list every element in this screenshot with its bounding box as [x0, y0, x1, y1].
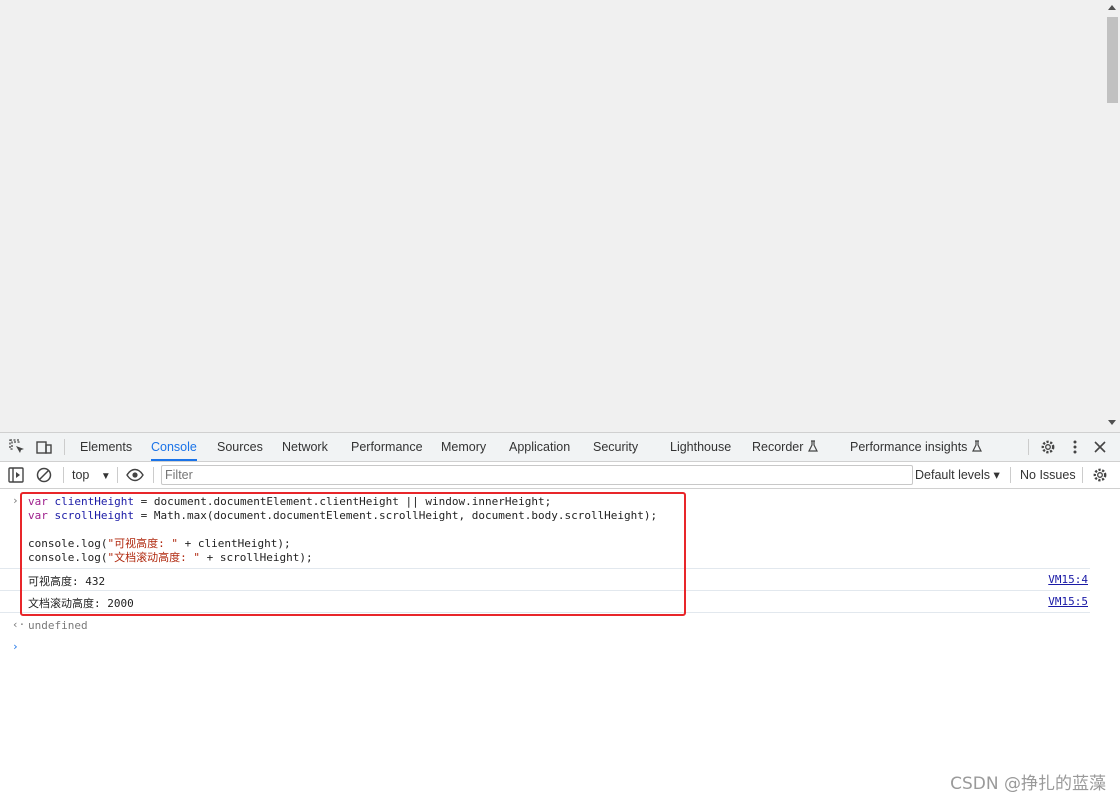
more-options-icon[interactable]	[1066, 438, 1084, 456]
tab-lighthouse[interactable]: Lighthouse	[670, 433, 731, 461]
tab-performance[interactable]: Performance	[351, 433, 423, 461]
tab-network[interactable]: Network	[282, 433, 328, 461]
scroll-thumb[interactable]	[1107, 17, 1118, 103]
tab-performance-insights-label: Performance insights	[850, 440, 968, 454]
scroll-up-arrow-icon[interactable]	[1108, 5, 1116, 10]
page-scrollbar[interactable]	[1105, 0, 1120, 432]
tab-security[interactable]: Security	[593, 433, 638, 461]
console-settings-gear-icon[interactable]	[1091, 466, 1109, 484]
toolbar-divider	[117, 467, 118, 483]
chevron-down-icon: ▼	[100, 471, 111, 482]
log-levels-dropdown[interactable]: Default levels ▾	[915, 462, 1000, 488]
devtools-panel: Elements Console Sources Network Perform…	[0, 432, 1120, 801]
settings-gear-icon[interactable]	[1039, 438, 1057, 456]
scroll-down-arrow-icon[interactable]	[1108, 420, 1116, 425]
device-toolbar-icon[interactable]	[35, 438, 53, 456]
toolbar-divider	[1010, 467, 1011, 483]
input-chevron-icon: ›	[12, 494, 19, 507]
console-toolbar: top ▼ Default levels ▾ No Issues	[0, 462, 1120, 489]
tab-recorder-label: Recorder	[752, 440, 804, 454]
tab-application[interactable]: Application	[509, 433, 570, 461]
tabbar-divider	[64, 439, 65, 455]
filter-input[interactable]	[161, 465, 913, 485]
return-arrow-icon: ‹·	[12, 618, 26, 631]
devtools-tabbar: Elements Console Sources Network Perform…	[0, 433, 1120, 462]
issues-counter[interactable]: No Issues	[1020, 462, 1076, 488]
log-source-link[interactable]: VM15:4	[1048, 573, 1088, 586]
context-selector-value: top	[72, 468, 90, 482]
toolbar-divider	[1082, 467, 1083, 483]
tab-performance-insights[interactable]: Performance insights	[850, 433, 983, 461]
toolbar-divider	[153, 467, 154, 483]
context-selector[interactable]: top ▼	[72, 462, 111, 488]
tab-console[interactable]: Console	[151, 433, 197, 461]
tab-memory[interactable]: Memory	[441, 433, 486, 461]
clear-console-icon[interactable]	[35, 466, 53, 484]
toolbar-divider	[63, 467, 64, 483]
flask-icon	[971, 440, 982, 452]
log-source-link[interactable]: VM15:5	[1048, 595, 1088, 608]
highlight-annotation-box	[20, 492, 686, 616]
console-prompt-icon[interactable]: ›	[12, 640, 19, 653]
sidebar-toggle-icon[interactable]	[7, 466, 25, 484]
watermark: CSDN @挣扎的蓝藻	[950, 774, 1106, 794]
page-viewport	[0, 0, 1120, 432]
flask-icon	[807, 440, 818, 452]
tab-sources[interactable]: Sources	[217, 433, 263, 461]
live-expression-eye-icon[interactable]	[126, 466, 144, 484]
tab-recorder[interactable]: Recorder	[752, 433, 819, 461]
tabbar-divider	[1028, 439, 1029, 455]
tab-elements[interactable]: Elements	[80, 433, 132, 461]
inspect-element-icon[interactable]	[8, 438, 26, 456]
close-icon[interactable]	[1091, 438, 1109, 456]
return-value: undefined	[28, 619, 88, 632]
